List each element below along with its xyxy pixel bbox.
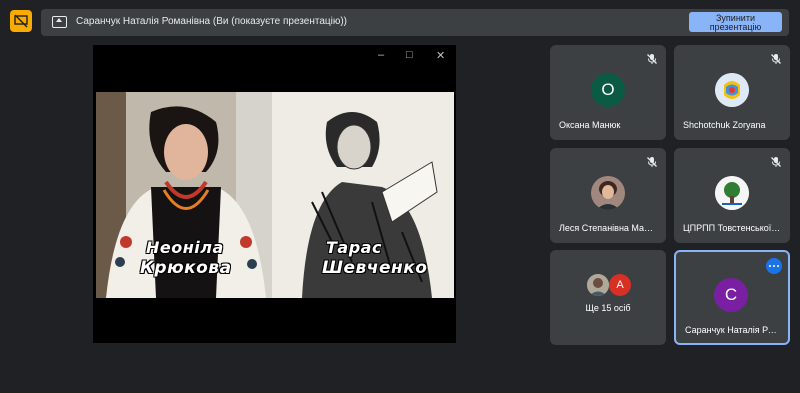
participant-name: Леся Степанівна Мацько xyxy=(559,223,658,233)
more-participants-label: Ще 15 осіб xyxy=(585,303,631,313)
presentation-stage: – □ ✕ Неоніла Крюкова Тарас Шевченко xyxy=(93,45,456,343)
avatar: С xyxy=(714,278,748,312)
mic-off-icon xyxy=(771,157,781,167)
top-bar: Саранчук Наталія Романівна (Ви (показуєт… xyxy=(0,0,800,44)
avatar xyxy=(587,274,609,296)
participant-tile[interactable]: О Оксана Манюк xyxy=(550,45,666,140)
participant-name: Саранчук Наталія Романівна xyxy=(685,325,780,335)
mic-off-icon xyxy=(647,54,657,64)
right-caption-line1: Тарас xyxy=(326,238,382,257)
avatar: О xyxy=(591,73,625,107)
minimize-icon[interactable]: – xyxy=(378,49,384,61)
left-caption-line1: Неоніла xyxy=(146,238,224,257)
participant-tile[interactable]: Леся Степанівна Мацько xyxy=(550,148,666,243)
slide-content: Неоніла Крюкова Тарас Шевченко xyxy=(96,92,454,298)
self-participant-tile[interactable]: С Саранчук Наталія Романівна xyxy=(674,250,790,345)
close-icon[interactable]: ✕ xyxy=(436,49,445,62)
avatar xyxy=(715,176,749,210)
maximize-icon[interactable]: □ xyxy=(406,49,413,61)
avatar xyxy=(591,176,625,210)
presenting-status-text: Саранчук Наталія Романівна (Ви (показуєт… xyxy=(76,16,348,27)
participant-tile[interactable]: Shchotchuk Zoryana xyxy=(674,45,790,140)
presenting-banner: Саранчук Наталія Романівна (Ви (показуєт… xyxy=(41,9,789,36)
avatar xyxy=(715,73,749,107)
avatar: А xyxy=(609,274,631,296)
presentation-app-icon[interactable] xyxy=(10,10,32,32)
participant-name: ЦПРПП Товстенської ОТГ xyxy=(683,223,782,233)
right-caption-line2: Шевченко xyxy=(322,258,428,278)
mic-off-icon xyxy=(771,54,781,64)
participant-name: Shchotchuk Zoryana xyxy=(683,120,766,130)
mic-off-icon xyxy=(647,157,657,167)
stop-presenting-button[interactable]: Зупинити презентацію xyxy=(689,12,782,32)
participant-name: Оксана Манюк xyxy=(559,120,621,130)
more-options-icon[interactable] xyxy=(766,258,782,274)
left-caption-line2: Крюкова xyxy=(140,258,232,278)
participant-tile[interactable]: ЦПРПП Товстенської ОТГ xyxy=(674,148,790,243)
present-screen-icon xyxy=(52,16,67,28)
more-participants-tile[interactable]: А Ще 15 осіб xyxy=(550,250,666,345)
